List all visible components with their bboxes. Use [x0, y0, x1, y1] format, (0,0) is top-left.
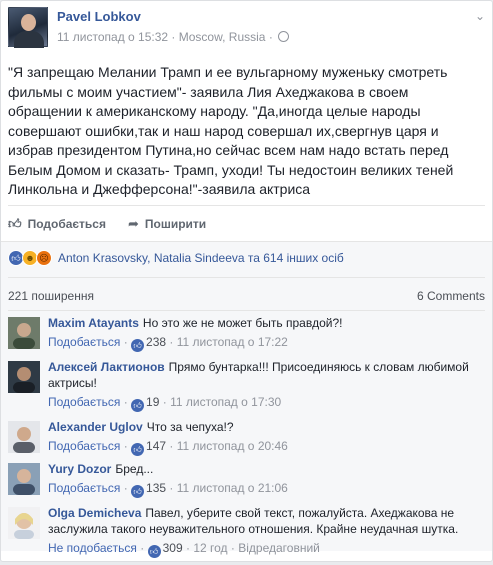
comment-text: Что за чепуха!? — [146, 420, 234, 434]
meta-dot: · — [169, 335, 174, 349]
comment-like-count[interactable]: 309 — [163, 541, 183, 555]
chevron-down-icon[interactable]: ⌄ — [475, 9, 485, 23]
post-meta: 11 листопад о 15:32 · Moscow, Russia · — [57, 30, 290, 44]
reactions-names[interactable]: Anton Krasovsky, Natalia Sindeeva та 614… — [58, 251, 344, 265]
comment-like-count[interactable]: 135 — [146, 481, 166, 495]
comment-body: Maxim Atayants Но это же не может быть пр… — [48, 315, 485, 331]
comment-time[interactable]: 11 листопад о 17:22 — [177, 335, 288, 349]
comment-time[interactable]: 12 год — [193, 541, 227, 555]
meta-dot: · — [169, 481, 174, 495]
comment-author[interactable]: Olga Demicheva — [48, 506, 141, 520]
like-count-icon: 👍︎ — [131, 399, 145, 412]
meta-separator: · — [171, 30, 176, 44]
comment-like-count[interactable]: 19 — [146, 395, 159, 409]
comment-author[interactable]: Alexander Uglov — [48, 420, 143, 434]
comment-item: Алексей Лактионов Прямо бунтарка!!! Присо… — [8, 359, 485, 419]
post-timestamp[interactable]: 11 листопад о 15:32 — [57, 30, 168, 44]
comment-time[interactable]: 11 листопад о 17:30 — [170, 395, 281, 409]
divider — [8, 310, 485, 311]
comment-like-button[interactable]: Подобається — [48, 439, 120, 453]
like-count-icon: 👍︎ — [131, 443, 145, 456]
comment-like-button[interactable]: Подобається — [48, 335, 120, 349]
meta-dot: · — [162, 395, 167, 409]
globe-icon[interactable] — [278, 31, 290, 42]
stats-row: 221 поширення 6 Comments — [8, 289, 485, 303]
comment-body: Алексей Лактионов Прямо бунтарка!!! Присо… — [48, 359, 485, 391]
comment-time[interactable]: 11 листопад о 20:46 — [177, 439, 288, 453]
meta-dot: · — [140, 541, 145, 555]
avatar-face — [21, 14, 36, 31]
comment-author[interactable]: Maxim Atayants — [48, 316, 139, 330]
comment-body: Alexander Uglov Что за чепуха!? — [48, 419, 485, 435]
comment-time[interactable]: 11 листопад о 21:06 — [177, 481, 288, 495]
divider — [8, 205, 485, 206]
post-actions: 👍︎ Подобається ➦ Поширити — [8, 215, 228, 233]
meta-dot: · — [123, 395, 128, 409]
meta-dot: · — [230, 541, 235, 555]
avatar-suit — [14, 31, 44, 48]
comment-item: Yury Dozor Бред... Подобається · 👍︎ 135 · … — [8, 461, 485, 505]
comment-body: Olga Demicheva Павел, уберите свой текст,… — [48, 505, 485, 537]
post-author-name[interactable]: Pavel Lobkov — [57, 9, 141, 24]
comment-like-button[interactable]: Подобається — [48, 395, 120, 409]
meta-dot: · — [123, 481, 128, 495]
post-text: "Я запрещаю Мелании Трамп и ее вульгарно… — [8, 64, 454, 197]
comment-text: Бред... — [115, 462, 154, 476]
meta-dot: · — [169, 439, 174, 453]
comment-item: Olga Demicheva Павел, уберите свой текст,… — [8, 505, 485, 565]
meta-separator-2: · — [268, 30, 273, 44]
like-count-icon: 👍︎ — [147, 545, 161, 558]
commenter-avatar[interactable] — [8, 507, 40, 539]
post-location[interactable]: Moscow, Russia — [179, 30, 266, 44]
comment-like-button[interactable]: Не подобається — [48, 541, 137, 555]
post-header: Pavel Lobkov 11 листопад о 15:32 · Mosco… — [8, 7, 485, 51]
share-button[interactable]: ➦ Поширити — [128, 216, 206, 232]
like-button[interactable]: 👍︎ Подобається — [8, 216, 106, 232]
meta-dot: · — [123, 439, 128, 453]
share-arrow-icon: ➦ — [127, 216, 139, 231]
comment-meta: Подобається · 👍︎ 19 · 11 листопад о 17:30 — [48, 394, 485, 412]
like-button-label: Подобається — [27, 217, 106, 231]
comment-like-count[interactable]: 238 — [146, 335, 166, 349]
comment-text: Но это же не может быть правдой?! — [142, 316, 343, 330]
comment-meta: Подобається · 👍︎ 135 · 11 листопад о 21:0… — [48, 480, 485, 498]
angry-icon: ☹ — [36, 250, 52, 266]
share-button-label: Поширити — [144, 217, 207, 231]
meta-dot: · — [123, 335, 128, 349]
comment-like-button[interactable]: Подобається — [48, 481, 120, 495]
comment-body: Yury Dozor Бред... — [48, 461, 485, 477]
reactions-summary[interactable]: 👍︎ ☻ ☹ Anton Krasovsky, Natalia Sindeeva… — [8, 249, 344, 267]
comment-meta: Не подобається · 👍︎ 309 · 12 год · Відред… — [48, 540, 485, 558]
commenter-avatar[interactable] — [8, 361, 40, 393]
comment-meta: Подобається · 👍︎ 238 · 11 листопад о 17:2… — [48, 334, 485, 352]
commenter-avatar[interactable] — [8, 421, 40, 453]
commenter-avatar[interactable] — [8, 317, 40, 349]
comment-edited[interactable]: Відредаговний — [238, 541, 320, 555]
shares-count[interactable]: 221 поширення — [8, 289, 94, 303]
comment-author[interactable]: Yury Dozor — [48, 462, 111, 476]
post-card: Pavel Lobkov 11 листопад о 15:32 · Mosco… — [0, 0, 493, 562]
divider — [8, 277, 485, 278]
comment-item: Alexander Uglov Что за чепуха!? Подобаєть… — [8, 419, 485, 461]
comment-meta: Подобається · 👍︎ 147 · 11 листопад о 20:4… — [48, 438, 485, 456]
comment-item: Maxim Atayants Но это же не может быть пр… — [8, 315, 485, 359]
commenter-avatar[interactable] — [8, 463, 40, 495]
comments-list: Maxim Atayants Но это же не может быть пр… — [8, 315, 485, 565]
thumbs-up-icon: 👍︎ — [8, 216, 22, 231]
like-count-icon: 👍︎ — [131, 485, 145, 498]
comments-count[interactable]: 6 Comments — [417, 289, 485, 303]
author-avatar[interactable] — [8, 7, 48, 48]
like-count-icon: 👍︎ — [131, 339, 145, 352]
comment-author[interactable]: Алексей Лактионов — [48, 360, 165, 374]
comment-like-count[interactable]: 147 — [146, 439, 166, 453]
meta-dot: · — [185, 541, 190, 555]
